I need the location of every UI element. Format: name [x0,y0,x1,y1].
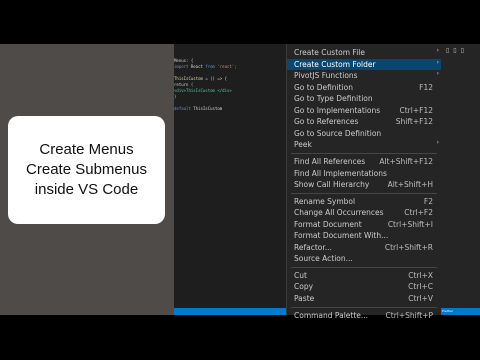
code-token: ThisIsCustom [190,106,223,111]
menu-separator [291,192,437,194]
menu-item-pivotjs-functions[interactable]: PivotJS Functions › [287,70,441,81]
menu-item-copy[interactable]: Copy Ctrl+C [287,281,441,292]
menu-item-label: Peek [294,140,312,150]
code-token: 'react'; [214,64,237,69]
menu-item-create-custom-folder[interactable]: Create Custom Folder › [287,58,441,70]
menu-item-find-all-references[interactable]: Find All References Alt+Shift+F12 [287,156,441,167]
menu-item-create-custom-file[interactable]: Create Custom File › [287,47,441,58]
menu-item-go-to-source-definition[interactable]: Go to Source Definition [287,128,441,139]
menu-item-label: Go to Source Definition [294,128,382,138]
menu-item-shortcut: Alt+Shift+F12 [379,156,433,166]
menu-item-find-all-implementations[interactable]: Find All Implementations [287,168,441,179]
menu-item-label: Change All Occurrences [294,208,384,218]
code-token: ThisIsCustom [174,76,203,81]
menu-item-label: Rename Symbol [294,196,356,206]
code-token: from [205,64,215,69]
menu-item-label: Format Document With... [294,231,389,241]
menu-item-shortcut: Ctrl+Shift+R [384,242,433,252]
menu-item-label: Create Custom Folder [294,59,376,69]
menu-item-rename-symbol[interactable]: Rename Symbol F2 [287,196,441,207]
code-token: = () => { [202,76,227,81]
title-line-2: Create Submenus [26,161,147,178]
code-token: ) [174,94,177,99]
code-token: return ( [174,82,194,87]
menu-item-label: Go to Type Definition [294,94,373,104]
menu-item-label: Paste [294,294,315,303]
menu-item-shortcut: Ctrl+Shift+P [385,310,433,320]
menu-item-source-action[interactable]: Source Action... [287,253,441,264]
menu-item-shortcut: Ctrl+F12 [399,105,434,115]
menu-item-go-to-implementations[interactable]: Go to Implementations Ctrl+F12 [287,105,441,116]
chevron-right-icon: › [436,70,439,78]
menu-item-shortcut: Shift+F12 [395,117,433,127]
menu-item-paste[interactable]: Paste Ctrl+V [287,293,441,304]
menu-item-shortcut: F12 [419,82,433,92]
menu-item-format-document[interactable]: Format Document Ctrl+Shift+I [287,219,441,230]
menu-item-show-call-hierarchy[interactable]: Show Call Hierarchy Alt+Shift+H [287,179,441,190]
menu-item-shortcut: Ctrl+F2 [404,208,433,218]
menu-item-label: PivotJS Functions [294,71,358,81]
menu-item-label: Command Palette... [294,310,369,320]
menu-item-shortcut: Ctrl+V [408,294,433,303]
title-line-1: Create Menus [39,141,134,158]
menu-item-label: Refactor... [294,242,332,252]
menu-item-refactor[interactable]: Refactor... Ctrl+Shift+R [287,242,441,253]
code-token: default [174,106,191,111]
code-token: Menus: { [174,58,194,63]
menu-item-label: Go to Definition [294,82,354,92]
code-text: Menus: {import React from 'react'; ThisIs… [174,58,284,112]
menu-item-change-all-occurrences[interactable]: Change All Occurrences Ctrl+F2 [287,207,441,218]
menu-item-label: Format Document [294,219,362,229]
context-menu: Create Custom File › Create Custom Folder ›… [286,44,441,320]
status-bar-prettier[interactable]: Prettier [442,309,453,313]
menu-item-shortcut: Ctrl+C [408,282,433,292]
menu-item-shortcut: Ctrl+X [408,270,433,280]
chevron-right-icon: › [436,58,439,66]
menu-item-label: Find All References [294,156,366,166]
chevron-right-icon: › [436,139,439,147]
chevron-right-icon: › [436,47,439,54]
menu-item-shortcut: F2 [423,196,433,206]
menu-item-shortcut: Ctrl+Shift+I [387,219,433,229]
menu-item-label: Go to Implementations [294,105,381,115]
secondary-panel [440,44,480,308]
menu-separator [291,266,437,268]
menu-separator [291,152,437,154]
menu-separator [291,306,437,308]
menu-item-command-palette[interactable]: Command Palette... Ctrl+Shift+P [287,310,441,321]
title-line-3: inside VS Code [34,181,139,198]
menu-item-label: Show Call Hierarchy [294,180,370,190]
menu-item-label: Source Action... [294,254,353,264]
title-card: Create Menus Create Submenus inside VS C… [8,116,165,224]
menu-item-peek[interactable]: Peek › [287,139,441,150]
menu-item-shortcut: Alt+Shift+H [387,180,433,190]
panel-toolbar-icons[interactable]: ▯▯▯ [446,47,468,54]
menu-item-go-to-type-definition[interactable]: Go to Type Definition [287,93,441,104]
menu-item-label: Find All Implementations [294,168,387,178]
menu-item-cut[interactable]: Cut Ctrl+X [287,270,441,281]
code-token: import [174,64,189,69]
menu-item-label: Go to References [294,117,359,127]
menu-item-format-document-with[interactable]: Format Document With... [287,230,441,241]
menu-item-label: Cut [294,270,307,280]
menu-item-label: Create Custom File [294,48,365,57]
code-token: React [188,64,206,69]
code-line: default ThisIsCustom [174,106,284,112]
menu-item-label: Copy [294,282,314,292]
code-token: <div>ThisIsCustom </div> [174,88,232,93]
menu-item-go-to-references[interactable]: Go to References Shift+F12 [287,116,441,127]
menu-item-go-to-definition[interactable]: Go to Definition F12 [287,82,441,93]
